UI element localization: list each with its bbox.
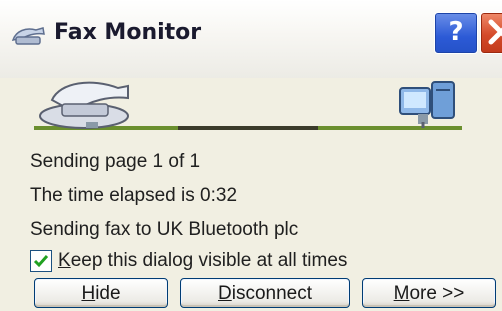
status-page: Sending page 1 of 1 <box>30 151 201 172</box>
disconnect-button[interactable]: Disconnect <box>180 278 350 308</box>
keep-visible-label: Keep this dialog visible at all times <box>58 250 348 271</box>
computer-icon <box>399 81 455 128</box>
help-icon: ? <box>448 17 464 47</box>
more-button[interactable]: More >> <box>362 278 496 308</box>
close-button[interactable] <box>480 12 502 54</box>
help-button[interactable]: ? <box>434 12 478 54</box>
close-icon <box>481 19 502 55</box>
fax-machine-icon <box>39 81 129 129</box>
keep-visible-checkbox[interactable] <box>30 250 52 272</box>
fax-monitor-window: Fax Monitor ? Sending page 1 of 1 The ti… <box>0 0 502 311</box>
more-button-label: More >> <box>393 283 465 304</box>
transmission-graphic <box>0 78 502 138</box>
fax-monitor-icon <box>10 22 48 48</box>
window-title: Fax Monitor <box>54 20 202 45</box>
checkmark-icon <box>33 255 49 268</box>
hide-button-label: Hide <box>81 283 121 304</box>
title-bar[interactable]: Fax Monitor ? <box>0 0 502 78</box>
disconnect-button-label: Disconnect <box>217 283 312 304</box>
hide-button[interactable]: Hide <box>34 278 168 308</box>
status-elapsed-time: The time elapsed is 0:32 <box>30 185 238 206</box>
status-recipient: Sending fax to UK Bluetooth plc <box>30 219 299 240</box>
